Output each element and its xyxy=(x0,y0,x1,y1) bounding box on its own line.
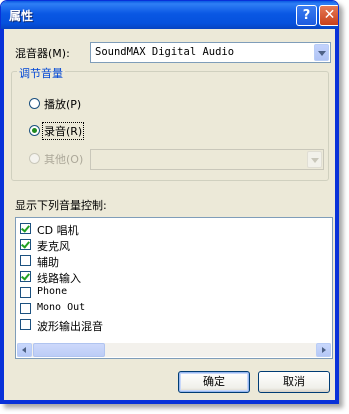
mixer-label: 混音器(M): xyxy=(15,47,70,60)
checkbox-wave-out-mix[interactable] xyxy=(20,319,31,330)
ok-button[interactable]: 确定 xyxy=(178,371,250,393)
scroll-right-icon[interactable] xyxy=(316,343,331,357)
list-item-label: 线路输入 xyxy=(37,272,81,285)
window-frame-bottom xyxy=(1,400,338,403)
radio-playback-label[interactable]: 播放(P) xyxy=(44,96,81,112)
checkbox-line-in[interactable] xyxy=(20,271,31,282)
cancel-button[interactable]: 取消 xyxy=(258,371,330,393)
radio-recording-label[interactable]: 录音(R) xyxy=(42,122,85,140)
window-title: 属性 xyxy=(9,9,34,23)
list-item-label: 辅助 xyxy=(37,256,59,269)
checkbox-microphone[interactable] xyxy=(20,239,31,250)
window-frame-left xyxy=(1,29,4,403)
checkbox-phone[interactable] xyxy=(20,287,31,298)
list-item-label: Phone xyxy=(37,286,68,297)
help-button[interactable]: ? xyxy=(296,5,317,26)
mixer-select-value: SoundMAX Digital Audio xyxy=(95,46,235,58)
window-frame-right xyxy=(335,29,338,403)
help-icon: ? xyxy=(302,8,311,23)
radio-other-label: 其他(O) xyxy=(44,153,84,166)
properties-dialog: 属性 ? ✕ 混音器(M): SoundMAX Digital Audio 调节… xyxy=(0,0,339,404)
title-bar[interactable]: 属性 ? ✕ xyxy=(1,1,338,29)
list-item-label: 波形输出混音 xyxy=(37,320,103,333)
volume-controls-list[interactable]: CD 唱机 麦克风 辅助 线路输入 Phone Mono Out 波形输出混音 xyxy=(15,217,333,359)
chevron-down-icon xyxy=(307,151,322,168)
radio-other-button xyxy=(29,153,40,164)
list-item-label: CD 唱机 xyxy=(37,224,79,237)
close-icon: ✕ xyxy=(323,7,336,23)
checkbox-mono-out[interactable] xyxy=(20,303,31,314)
volume-group-title: 调节音量 xyxy=(17,65,65,81)
horizontal-scrollbar[interactable] xyxy=(17,343,331,357)
checkbox-cd-player[interactable] xyxy=(20,223,31,234)
close-button[interactable]: ✕ xyxy=(319,5,338,26)
radio-playback-button[interactable] xyxy=(29,98,40,109)
other-device-select xyxy=(90,149,324,170)
chevron-down-icon[interactable] xyxy=(314,44,329,61)
list-item-label: Mono Out xyxy=(37,302,86,313)
scroll-thumb[interactable] xyxy=(33,343,105,357)
scroll-left-icon[interactable] xyxy=(17,343,32,357)
checkbox-aux[interactable] xyxy=(20,255,31,266)
radio-recording-button[interactable] xyxy=(29,125,40,136)
mixer-select[interactable]: SoundMAX Digital Audio xyxy=(90,42,331,63)
controls-label: 显示下列音量控制: xyxy=(15,199,107,212)
list-item-label: 麦克风 xyxy=(37,240,70,253)
